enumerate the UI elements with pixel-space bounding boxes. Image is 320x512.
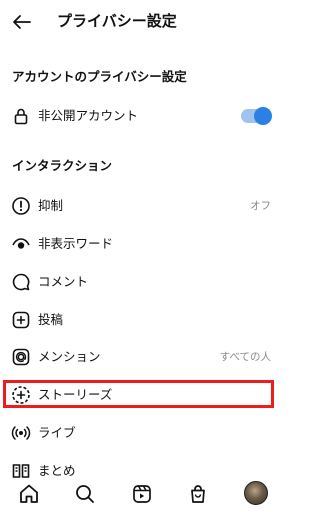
settings-item-label: コメント <box>38 274 89 289</box>
comment-icon <box>11 272 31 292</box>
settings-item-label: メンション <box>38 349 101 364</box>
private-account-label: 非公開アカウント <box>38 108 139 123</box>
toggle-knob <box>254 107 272 125</box>
lock-icon <box>11 106 31 126</box>
bottom-tab-bar <box>0 478 284 512</box>
reels-icon[interactable] <box>129 481 155 507</box>
settings-item-value: すべての人 <box>219 351 271 363</box>
private-account-toggle[interactable] <box>241 107 272 125</box>
page-title: プライバシー設定 <box>57 12 177 30</box>
at-icon <box>11 347 31 367</box>
home-icon[interactable] <box>16 481 42 507</box>
live-icon <box>11 423 31 443</box>
stories-highlight-box <box>3 380 274 408</box>
section-heading-interactions: インタラクション <box>12 158 113 173</box>
settings-item-label: 非表示ワード <box>38 236 114 251</box>
private-account-row[interactable]: 非公開アカウント <box>0 101 284 131</box>
settings-item-mentions[interactable]: メンション すべての人 <box>0 342 284 372</box>
post-plus-icon <box>11 310 31 330</box>
settings-item-comments[interactable]: コメント <box>0 267 284 297</box>
settings-item-value: オフ <box>250 200 271 212</box>
settings-item-label: ライブ <box>38 425 76 440</box>
section-heading-account-privacy: アカウントのプライバシー設定 <box>12 69 187 84</box>
top-bar: プライバシー設定 <box>0 0 284 44</box>
settings-item-label: 投稿 <box>38 312 64 327</box>
shop-icon[interactable] <box>185 481 211 507</box>
settings-item-label: 抑制 <box>38 198 64 213</box>
settings-item-live[interactable]: ライブ <box>0 418 284 448</box>
settings-item-hidden-words[interactable]: 非表示ワード <box>0 229 284 259</box>
settings-item-restrict[interactable]: 抑制 オフ <box>0 191 284 221</box>
profile-avatar[interactable] <box>244 481 268 505</box>
restrict-icon <box>11 196 31 216</box>
search-icon[interactable] <box>72 481 98 507</box>
settings-item-posts[interactable]: 投稿 <box>0 305 284 335</box>
eye-hidden-icon <box>11 234 31 254</box>
arrow-left-icon[interactable] <box>10 10 34 34</box>
